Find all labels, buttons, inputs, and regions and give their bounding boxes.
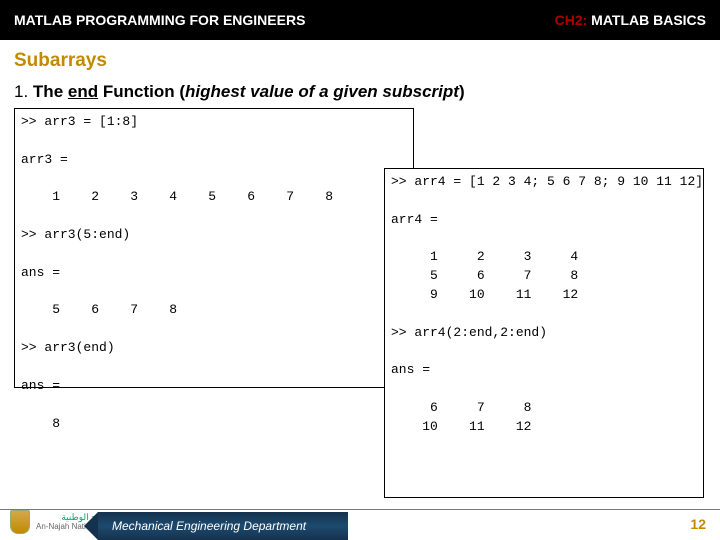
- department-name: Mechanical Engineering Department: [112, 519, 306, 533]
- header-bar: MATLAB PROGRAMMING FOR ENGINEERS CH2: MA…: [0, 0, 720, 40]
- chapter-tag: CH2:: [555, 12, 588, 28]
- item-mid: Function (: [98, 82, 185, 101]
- section-title: Subarrays: [0, 40, 720, 78]
- code-container: >> arr3 = [1:8] arr3 = 1 2 3 4 5 6 7 8 >…: [14, 108, 706, 508]
- code-box-arr3: >> arr3 = [1:8] arr3 = 1 2 3 4 5 6 7 8 >…: [14, 108, 414, 388]
- footer: جامعة النجاح الوطنية An-Najah National U…: [0, 504, 720, 540]
- item-pre: The: [33, 82, 68, 101]
- header-course-title: MATLAB PROGRAMMING FOR ENGINEERS: [14, 12, 305, 28]
- university-logo-icon: [10, 510, 30, 534]
- item-heading: 1. The end Function (highest value of a …: [14, 82, 706, 102]
- header-chapter: CH2: MATLAB BASICS: [555, 12, 706, 28]
- item-close: ): [459, 82, 465, 101]
- page-number: 12: [690, 516, 706, 532]
- item-number: 1.: [14, 82, 28, 101]
- department-ribbon: Mechanical Engineering Department: [98, 512, 348, 540]
- item-function-name: end: [68, 82, 98, 101]
- content-area: 1. The end Function (highest value of a …: [0, 78, 720, 508]
- code-box-arr4: >> arr4 = [1 2 3 4; 5 6 7 8; 9 10 11 12]…: [384, 168, 704, 498]
- item-paren: highest value of a given subscript: [185, 82, 459, 101]
- chapter-name: MATLAB BASICS: [591, 12, 706, 28]
